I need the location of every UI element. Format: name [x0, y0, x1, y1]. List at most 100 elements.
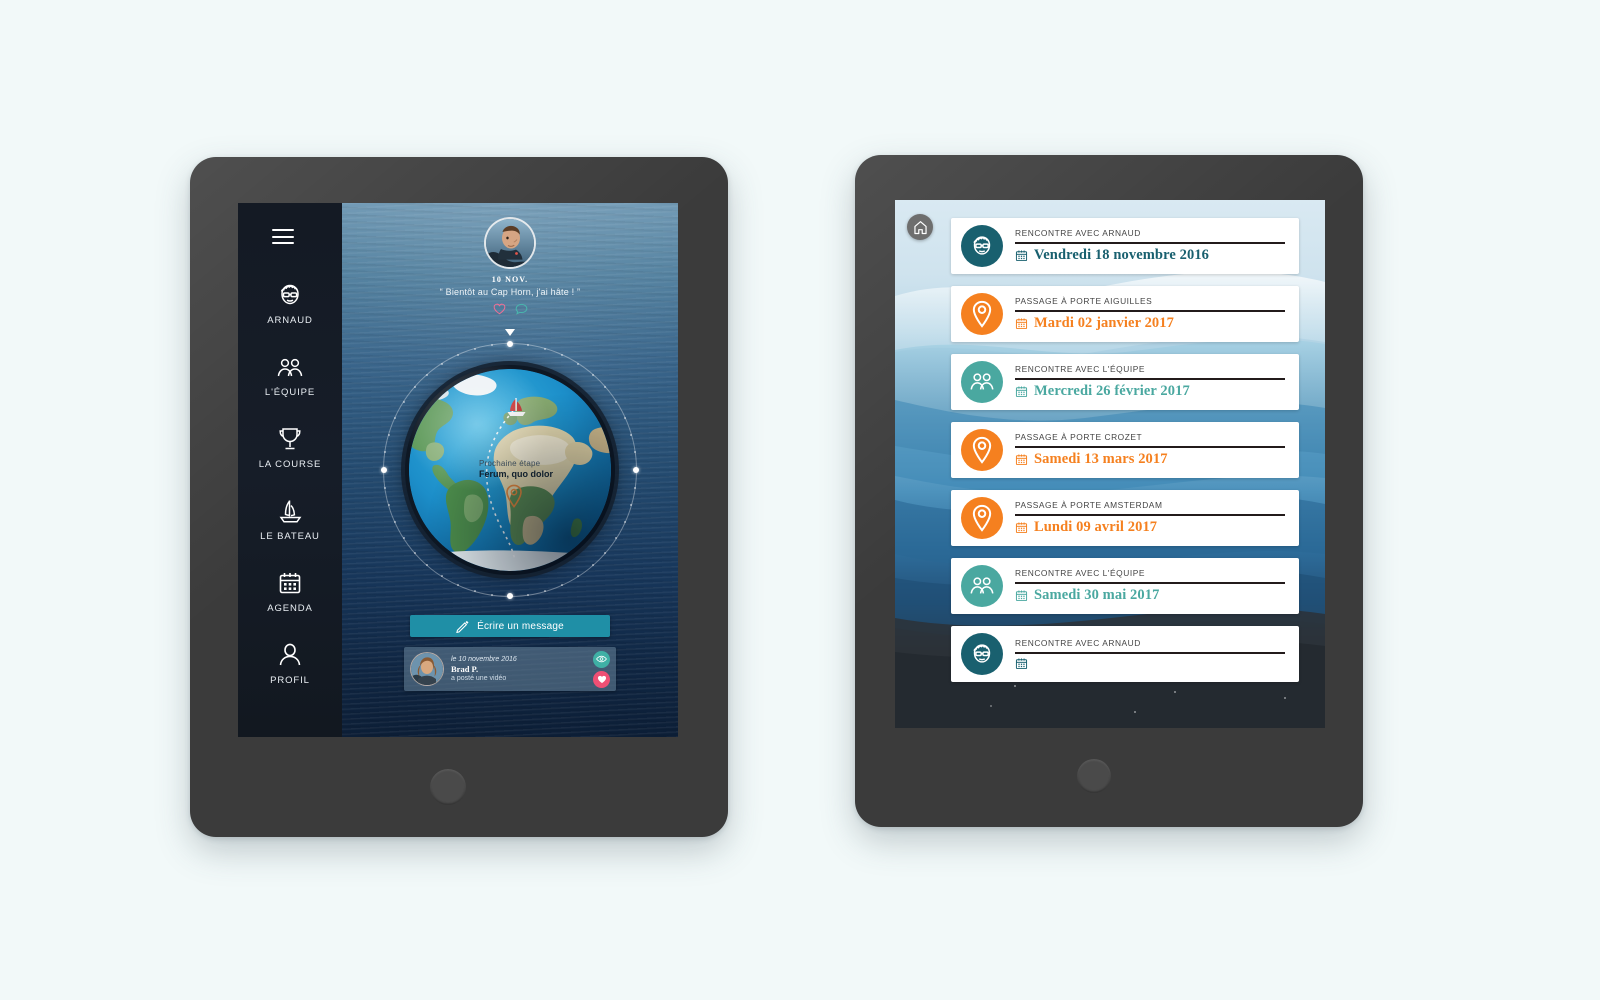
event-title: RENCONTRE AVEC ARNAUD: [1015, 638, 1141, 649]
post-date: 10 NOV.: [491, 275, 529, 284]
next-step-callout: Prochaine étape Ferum, quo dolor: [479, 459, 553, 479]
agenda-event-card[interactable]: PASSAGE À PORTE AMSTERDAM Lundi 09 avril…: [951, 490, 1299, 546]
calendar-icon: [1015, 386, 1028, 397]
sidebar-item-label: PROFIL: [270, 675, 310, 686]
tablet-device-right: RENCONTRE AVEC ARNAUD Vendredi 18 novemb…: [855, 155, 1363, 827]
map-pin-icon: [972, 436, 992, 464]
event-date-row: [1015, 657, 1285, 670]
post-quote: “ Bientôt au Cap Horn, j'ai hâte ! ”: [439, 287, 581, 297]
event-type-icon: [961, 633, 1003, 675]
calendar-icon: [1015, 590, 1028, 601]
event-title: RENCONTRE AVEC L'ÉQUIPE: [1015, 568, 1145, 579]
face-sunglasses-icon: [973, 644, 991, 663]
map-pin-icon[interactable]: [505, 484, 523, 508]
sidebar-item-lacourse[interactable]: LA COURSE: [238, 409, 342, 481]
sidebar-item-lebateau[interactable]: LE BATEAU: [238, 481, 342, 553]
next-step-label: Prochaine étape: [479, 459, 541, 468]
sidebar-item-lequipe[interactable]: L'ÉQUIPE: [238, 337, 342, 409]
speech-bubble-outline-icon[interactable]: [515, 302, 528, 320]
calendar-icon: [277, 566, 303, 596]
feed-action-icons: [593, 650, 610, 688]
tablet-screen-left: ARNAUD L'ÉQUIPE LA COURSE LE BATEAU AGEN…: [238, 203, 678, 737]
event-divider: [1015, 242, 1285, 244]
home-icon: [913, 220, 927, 234]
sidebar-item-label: LE BATEAU: [260, 531, 320, 542]
skipper-portrait-avatar: [486, 219, 534, 267]
globe-tracker[interactable]: Prochaine étape Ferum, quo dolor: [375, 329, 645, 605]
event-type-icon: [961, 361, 1003, 403]
home-content-ocean-background: 10 NOV. “ Bientôt au Cap Horn, j'ai hâte…: [342, 203, 678, 737]
map-pin-icon: [972, 504, 992, 532]
event-title: RENCONTRE AVEC L'ÉQUIPE: [1015, 364, 1145, 375]
person-icon: [277, 638, 303, 668]
device-home-button[interactable]: [430, 769, 466, 805]
event-title: PASSAGE À PORTE AMSTERDAM: [1015, 500, 1163, 511]
event-date: Mardi 02 janvier 2017: [1034, 314, 1174, 331]
calendar-icon: [1015, 522, 1028, 533]
event-date-row: Mardi 02 janvier 2017: [1015, 315, 1285, 332]
user-portrait-avatar: [411, 653, 443, 685]
calendar-icon: [1015, 318, 1028, 329]
triangle-marker-icon: [505, 329, 515, 336]
avatar[interactable]: [484, 217, 536, 269]
calendar-icon: [1015, 658, 1028, 669]
post-actions: [342, 302, 678, 320]
two-people-icon: [970, 577, 994, 594]
write-message-label: Écrire un message: [477, 620, 564, 632]
face-sunglasses-icon: [275, 278, 305, 308]
event-divider: [1015, 582, 1285, 584]
event-date-row: Samedi 13 mars 2017: [1015, 451, 1285, 468]
pencil-icon: [456, 620, 469, 633]
device-home-button[interactable]: [1077, 759, 1111, 793]
feed-activity-card[interactable]: le 10 novembre 2016 Brad P. a posté une …: [404, 647, 616, 691]
sidebar-item-agenda[interactable]: AGENDA: [238, 553, 342, 625]
agenda-event-card[interactable]: RENCONTRE AVEC L'ÉQUIPE Samedi 30 mai 20…: [951, 558, 1299, 614]
event-type-icon: [961, 225, 1003, 267]
event-date: Mercredi 26 février 2017: [1034, 382, 1190, 399]
home-button[interactable]: [907, 214, 933, 240]
calendar-icon: [1015, 454, 1028, 465]
agenda-event-card[interactable]: PASSAGE À PORTE AIGUILLES Mardi 02 janvi…: [951, 286, 1299, 342]
event-body: RENCONTRE AVEC ARNAUD Vendredi 18 novemb…: [1015, 228, 1285, 264]
sidebar-item-arnaud[interactable]: ARNAUD: [238, 265, 342, 337]
feed-date: le 10 novembre 2016: [451, 656, 517, 663]
event-divider: [1015, 446, 1285, 448]
skipper-post-header: 10 NOV. “ Bientôt au Cap Horn, j'ai hâte…: [342, 217, 678, 320]
event-type-icon: [961, 293, 1003, 335]
event-divider: [1015, 514, 1285, 516]
event-date: Samedi 30 mai 2017: [1034, 586, 1160, 603]
event-body: RENCONTRE AVEC L'ÉQUIPE Samedi 30 mai 20…: [1015, 568, 1285, 604]
heart-filled-icon[interactable]: [593, 670, 610, 688]
agenda-screen: RENCONTRE AVEC ARNAUD Vendredi 18 novemb…: [895, 200, 1325, 728]
event-type-icon: [961, 497, 1003, 539]
event-type-icon: [961, 565, 1003, 607]
agenda-event-card[interactable]: PASSAGE À PORTE CROZET Samedi 13 mars 20…: [951, 422, 1299, 478]
agenda-event-card[interactable]: RENCONTRE AVEC ARNAUD Vendredi 18 novemb…: [951, 218, 1299, 274]
tablet-screen-right: RENCONTRE AVEC ARNAUD Vendredi 18 novemb…: [895, 200, 1325, 728]
event-title: PASSAGE À PORTE AIGUILLES: [1015, 296, 1153, 307]
write-message-button[interactable]: Écrire un message: [410, 615, 610, 637]
event-date-row: Lundi 09 avril 2017: [1015, 519, 1285, 536]
agenda-event-card[interactable]: RENCONTRE AVEC ARNAUD: [951, 626, 1299, 682]
feed-text-block: le 10 novembre 2016 Brad P. a posté une …: [451, 656, 586, 682]
event-date-row: Mercredi 26 février 2017: [1015, 383, 1285, 400]
two-people-icon: [970, 373, 994, 390]
next-step-place: Ferum, quo dolor: [479, 469, 553, 479]
feed-author: Brad P.: [451, 664, 479, 674]
event-date: Samedi 13 mars 2017: [1034, 450, 1168, 467]
agenda-event-card[interactable]: RENCONTRE AVEC L'ÉQUIPE Mercredi 26 févr…: [951, 354, 1299, 410]
sidebar-item-label: ARNAUD: [267, 315, 313, 326]
heart-outline-icon[interactable]: [493, 302, 506, 320]
event-divider: [1015, 310, 1285, 312]
app-home-screen: ARNAUD L'ÉQUIPE LA COURSE LE BATEAU AGEN…: [238, 203, 678, 737]
hamburger-menu-icon[interactable]: [272, 229, 294, 244]
event-title: PASSAGE À PORTE CROZET: [1015, 432, 1143, 443]
face-sunglasses-icon: [973, 236, 991, 255]
event-divider: [1015, 378, 1285, 380]
eye-icon[interactable]: [593, 650, 610, 668]
event-title: RENCONTRE AVEC ARNAUD: [1015, 228, 1141, 239]
agenda-event-list: RENCONTRE AVEC ARNAUD Vendredi 18 novemb…: [895, 200, 1325, 728]
two-people-icon: [275, 350, 305, 380]
sidebar-item-list: ARNAUD L'ÉQUIPE LA COURSE LE BATEAU AGEN…: [238, 265, 342, 697]
sidebar-item-profil[interactable]: PROFIL: [238, 625, 342, 697]
